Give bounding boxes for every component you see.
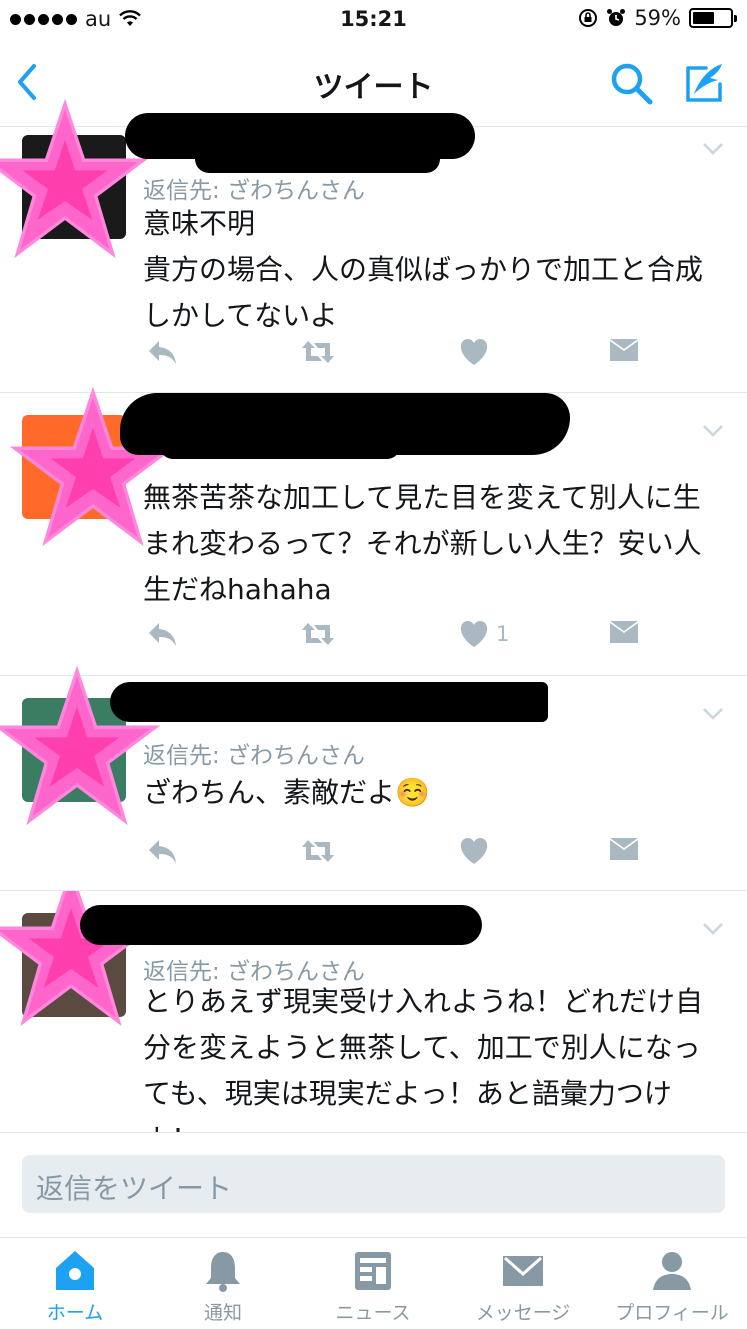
retweet-icon (302, 623, 334, 645)
reply-button[interactable] (145, 337, 179, 367)
tweet-text: ざわちん、素敵だよ☺️ (143, 776, 430, 809)
redacted-username (80, 905, 482, 945)
reply-bar: 返信をツイート (0, 1132, 747, 1238)
tab-label: ホーム (46, 1302, 104, 1324)
tweet-text: 意味不明 貴方の場合、人の真似ばっかりで加工と合成しかしてないよ (143, 207, 704, 332)
like-count: 1 (496, 622, 510, 646)
battery-percent: 59% (634, 6, 681, 30)
chevron-down-icon[interactable] (701, 921, 725, 937)
tweet-text: とりあえず現実受け入れようね！どれだけ自分を変えようと無茶して、加工で別人になっ… (143, 985, 704, 1132)
tweet-actions (0, 836, 747, 876)
tab-messages[interactable]: メッセージ (448, 1238, 598, 1329)
retweet-button[interactable] (300, 337, 336, 367)
compose-tweet-icon[interactable] (680, 58, 730, 108)
reply-button[interactable] (145, 619, 179, 649)
chevron-down-icon[interactable] (701, 706, 725, 722)
alarm-icon (607, 9, 626, 26)
reply-to-label[interactable]: 返信先: ざわちんさん (143, 171, 365, 205)
retweet-icon (302, 341, 334, 363)
tweet[interactable]: 返信先: ざわちんさん とりあえず現実受け入れようね！どれだけ自分を変えようと無… (0, 891, 747, 1132)
tab-notifications[interactable]: 通知 (148, 1238, 298, 1329)
status-right: 59% (578, 6, 737, 30)
tab-label: ニュース (335, 1302, 411, 1324)
retweet-icon (302, 840, 334, 862)
retweet-button[interactable] (300, 619, 336, 649)
envelope-icon (503, 1256, 543, 1286)
reply-to-label[interactable]: 返信先: ざわちんさん (143, 736, 365, 770)
chevron-down-icon[interactable] (701, 141, 725, 157)
reply-icon (149, 341, 176, 364)
home-icon (56, 1251, 94, 1290)
battery-icon (689, 8, 737, 28)
direct-message-button[interactable] (608, 619, 640, 647)
reply-tweet-input[interactable]: 返信をツイート (22, 1155, 725, 1213)
tab-profile[interactable]: プロフィール (597, 1238, 747, 1329)
tweet[interactable]: 無茶苦茶な加工して見た目を変えて別人に生まれ変わるって？それが新しい人生？安い人… (0, 387, 747, 676)
tab-label: 通知 (203, 1302, 242, 1324)
heart-icon (460, 838, 488, 864)
news-icon (355, 1252, 391, 1290)
rotation-lock-icon (579, 9, 598, 27)
tab-news[interactable]: ニュース (298, 1238, 448, 1329)
chevron-down-icon[interactable] (701, 423, 725, 439)
tweet-actions: 1 (0, 619, 747, 659)
tweet[interactable]: 返信先: ざわちんさん 意味不明 貴方の場合、人の真似ばっかりで加工と合成しかし… (0, 99, 747, 393)
tab-label: プロフィール (615, 1302, 729, 1324)
tweet-actions (0, 337, 747, 377)
tweet[interactable]: 返信先: ざわちんさん ざわちん、素敵だよ☺️ (0, 666, 747, 891)
search-icon[interactable] (606, 58, 656, 108)
direct-message-button[interactable] (608, 337, 640, 365)
like-button[interactable]: 1 (458, 619, 509, 649)
tab-label: メッセージ (475, 1302, 571, 1324)
direct-message-button[interactable] (608, 836, 640, 864)
reply-icon (149, 840, 176, 863)
heart-icon (460, 621, 488, 647)
redacted-username (110, 682, 548, 722)
reply-icon (149, 623, 176, 646)
tab-bar: ホーム 通知 ニュース メッセージ プロフィール (0, 1237, 747, 1329)
envelope-icon (610, 339, 638, 361)
heart-icon (460, 339, 488, 365)
person-icon (653, 1252, 691, 1290)
tweet-text: 無茶苦茶な加工して見た目を変えて別人に生まれ変わるって？それが新しい人生？安い人… (143, 481, 702, 606)
redacted-username (195, 145, 440, 173)
envelope-icon (610, 838, 638, 860)
reply-button[interactable] (145, 836, 179, 866)
bell-icon (206, 1252, 240, 1292)
redacted-username (160, 433, 400, 459)
status-bar: au 15:21 59% (0, 0, 747, 40)
like-button[interactable] (458, 337, 496, 367)
envelope-icon (610, 621, 638, 643)
like-button[interactable] (458, 836, 496, 866)
tab-home[interactable]: ホーム (0, 1238, 150, 1329)
retweet-button[interactable] (300, 836, 336, 866)
